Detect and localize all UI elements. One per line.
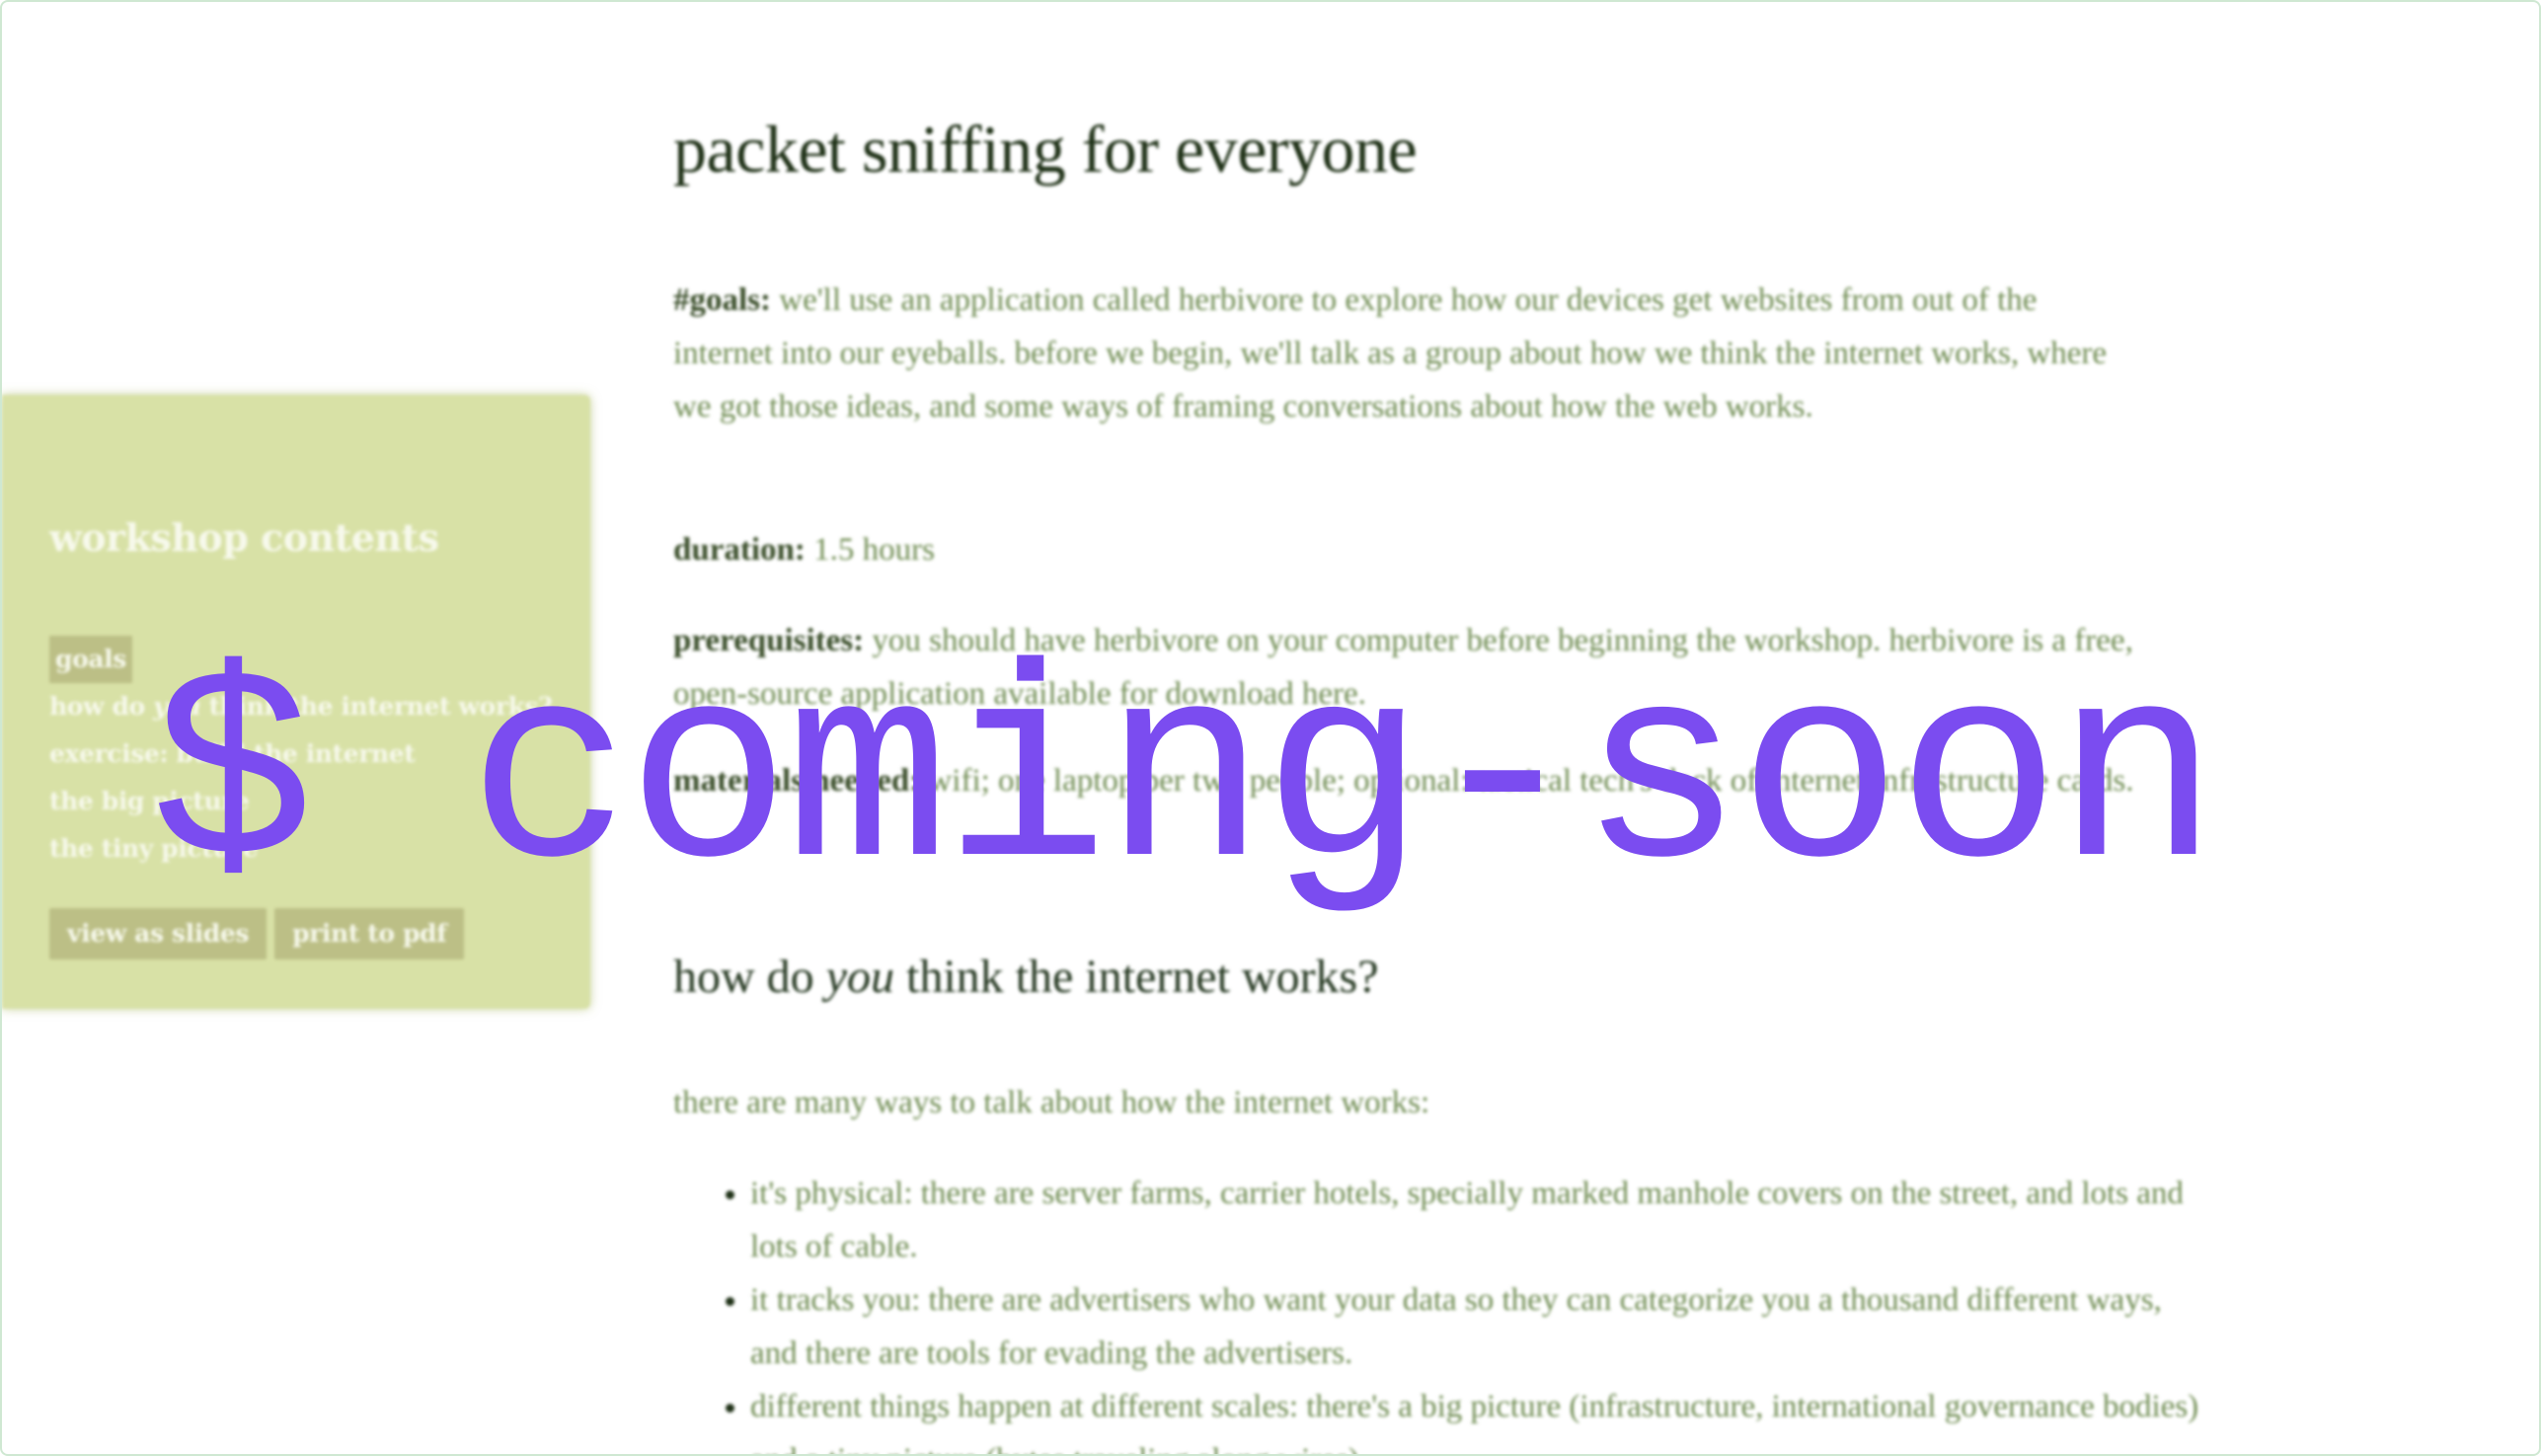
page-title: packet sniffing for everyone xyxy=(673,112,1418,187)
bullet-list: it's physical: there are server farms, c… xyxy=(673,1167,2211,1454)
sidebar-title: workshop contents xyxy=(49,515,439,560)
toc-item-label: goals xyxy=(49,636,132,683)
duration-text: 1.5 hours xyxy=(813,532,935,568)
list-item: different things happen at different sca… xyxy=(750,1380,2211,1454)
section-heading-part: think the internet works? xyxy=(893,951,1379,1003)
goals-paragraph: #goals: we'll use an application called … xyxy=(673,273,2134,433)
section-heading-part: how do xyxy=(673,951,826,1003)
section-heading-emphasis: you xyxy=(825,951,894,1003)
goals-text: we'll use an application called herbivor… xyxy=(673,282,2108,424)
list-item: it's physical: there are server farms, c… xyxy=(750,1167,2211,1273)
intro-paragraph: there are many ways to talk about how th… xyxy=(673,1085,1430,1120)
duration-label: duration: xyxy=(673,532,806,568)
list-item: it tracks you: there are advertisers who… xyxy=(750,1273,2211,1380)
goals-label: #goals: xyxy=(673,282,771,318)
app-window: workshop contents goals how do you think… xyxy=(0,0,2541,1456)
duration-paragraph: duration: 1.5 hours xyxy=(673,523,935,576)
section-heading: how do you think the internet works? xyxy=(673,950,1379,1004)
toc-item-label-part: how do xyxy=(49,692,154,721)
main-content: packet sniffing for everyone #goals: we'… xyxy=(673,111,2198,1454)
coming-soon-overlay: $ coming-soon xyxy=(150,627,2220,937)
